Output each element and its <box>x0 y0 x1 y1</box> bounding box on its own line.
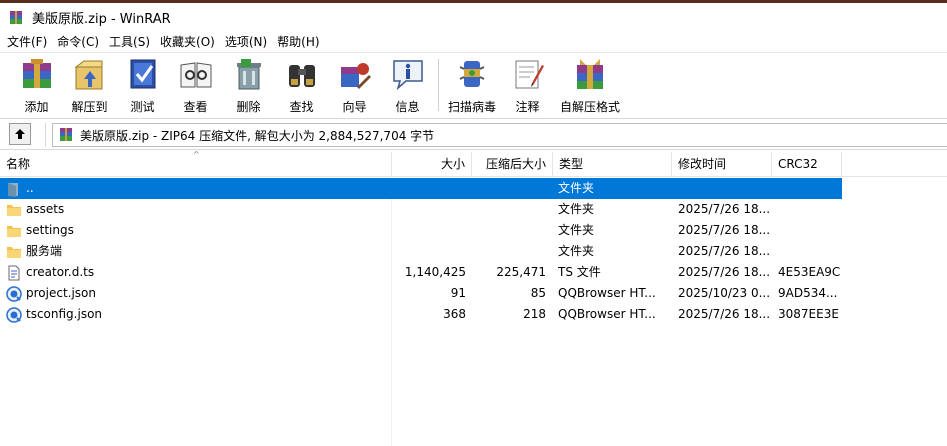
column-header-row: 名称 ^ 大小 压缩后大小 类型 修改时间 CRC32 <box>0 150 947 177</box>
test-icon <box>124 56 162 92</box>
comment-icon <box>509 56 547 92</box>
browser-file-icon <box>6 285 22 302</box>
extract-to-icon <box>71 56 109 92</box>
column-header-crc[interactable]: CRC32 <box>772 152 842 177</box>
toolbar-separator <box>438 59 439 111</box>
file-name: tsconfig.json <box>26 307 103 321</box>
browser-file-icon <box>6 306 22 323</box>
address-bar: 美版原版.zip - ZIP64 压缩文件, 解包大小为 2,884,527,7… <box>0 118 947 150</box>
ts-file-icon <box>8 265 20 280</box>
file-name: .. <box>26 181 34 195</box>
sort-ascending-icon: ^ <box>193 150 200 159</box>
extract-to-button[interactable]: 解压到 <box>63 53 116 117</box>
address-field[interactable]: 美版原版.zip - ZIP64 压缩文件, 解包大小为 2,884,527,7… <box>52 123 947 147</box>
wizard-button[interactable]: 向导 <box>328 53 381 117</box>
menu-options[interactable]: 选项(N) <box>222 32 274 52</box>
file-list[interactable]: 名称 ^ 大小 压缩后大小 类型 修改时间 CRC32 .. 文件夹 asset… <box>0 150 947 446</box>
find-button[interactable]: 查找 <box>275 53 328 117</box>
delete-icon <box>230 56 268 92</box>
info-button[interactable]: 信息 <box>381 53 434 117</box>
file-row-creator-d-ts[interactable]: creator.d.ts 1,140,425 225,471 TS 文件 202… <box>0 262 842 283</box>
virus-scan-icon <box>453 56 491 92</box>
window-title: 美版原版.zip - WinRAR <box>32 12 171 27</box>
folder-icon <box>7 246 21 258</box>
wizard-icon <box>336 56 374 92</box>
file-row-tsconfig-json[interactable]: tsconfig.json 368 218 QQBrowser HT... 20… <box>0 304 842 325</box>
column-header-size[interactable]: 大小 <box>392 152 472 177</box>
test-button[interactable]: 测试 <box>116 53 169 117</box>
info-icon <box>389 56 427 92</box>
parent-folder-icon <box>8 182 18 197</box>
add-button[interactable]: 添加 <box>10 53 63 117</box>
file-row-server[interactable]: 服务端 文件夹 2025/7/26 18... <box>0 241 842 262</box>
comment-button[interactable]: 注释 <box>501 53 554 117</box>
sfx-icon <box>571 56 609 92</box>
delete-button[interactable]: 删除 <box>222 53 275 117</box>
file-row-parent[interactable]: .. 文件夹 <box>0 178 842 199</box>
view-icon <box>177 56 215 92</box>
add-archive-icon <box>18 56 56 92</box>
column-header-modified[interactable]: 修改时间 <box>672 152 772 177</box>
title-bar: 美版原版.zip - WinRAR <box>0 3 947 32</box>
view-button[interactable]: 查看 <box>169 53 222 117</box>
file-name: assets <box>26 202 65 216</box>
menu-bar: 文件(F) 命令(C) 工具(S) 收藏夹(O) 选项(N) 帮助(H) <box>0 32 947 52</box>
virus-scan-button[interactable]: 扫描病毒 <box>443 53 501 117</box>
folder-icon <box>7 204 21 216</box>
address-divider <box>45 123 46 147</box>
menu-help[interactable]: 帮助(H) <box>274 32 326 52</box>
column-header-type[interactable]: 类型 <box>553 152 672 177</box>
file-row-settings[interactable]: settings 文件夹 2025/7/26 18... <box>0 220 842 241</box>
find-icon <box>283 56 321 92</box>
file-name: project.json <box>26 286 96 300</box>
up-one-level-button[interactable] <box>9 123 31 145</box>
menu-favorites[interactable]: 收藏夹(O) <box>157 32 222 52</box>
menu-tools[interactable]: 工具(S) <box>106 32 157 52</box>
file-name: settings <box>26 223 74 237</box>
file-name: creator.d.ts <box>26 265 95 279</box>
file-name: 服务端 <box>26 244 63 258</box>
menu-commands[interactable]: 命令(C) <box>54 32 106 52</box>
address-text: 美版原版.zip - ZIP64 压缩文件, 解包大小为 2,884,527,7… <box>80 128 435 143</box>
file-row-assets[interactable]: assets 文件夹 2025/7/26 18... <box>0 199 842 220</box>
menu-file[interactable]: 文件(F) <box>4 32 54 52</box>
archive-icon <box>60 128 72 141</box>
column-header-packed[interactable]: 压缩后大小 <box>472 152 553 177</box>
toolbar: 添加 解压到 测试 查看 删除 查找 向导 信息 扫描病毒 注释 自解压格式 <box>0 52 947 116</box>
file-row-project-json[interactable]: project.json 91 85 QQBrowser HT... 2025/… <box>0 283 842 304</box>
sfx-button[interactable]: 自解压格式 <box>554 53 626 117</box>
arrow-up-icon <box>15 129 25 139</box>
winrar-app-icon <box>10 10 22 24</box>
folder-icon <box>7 225 21 237</box>
